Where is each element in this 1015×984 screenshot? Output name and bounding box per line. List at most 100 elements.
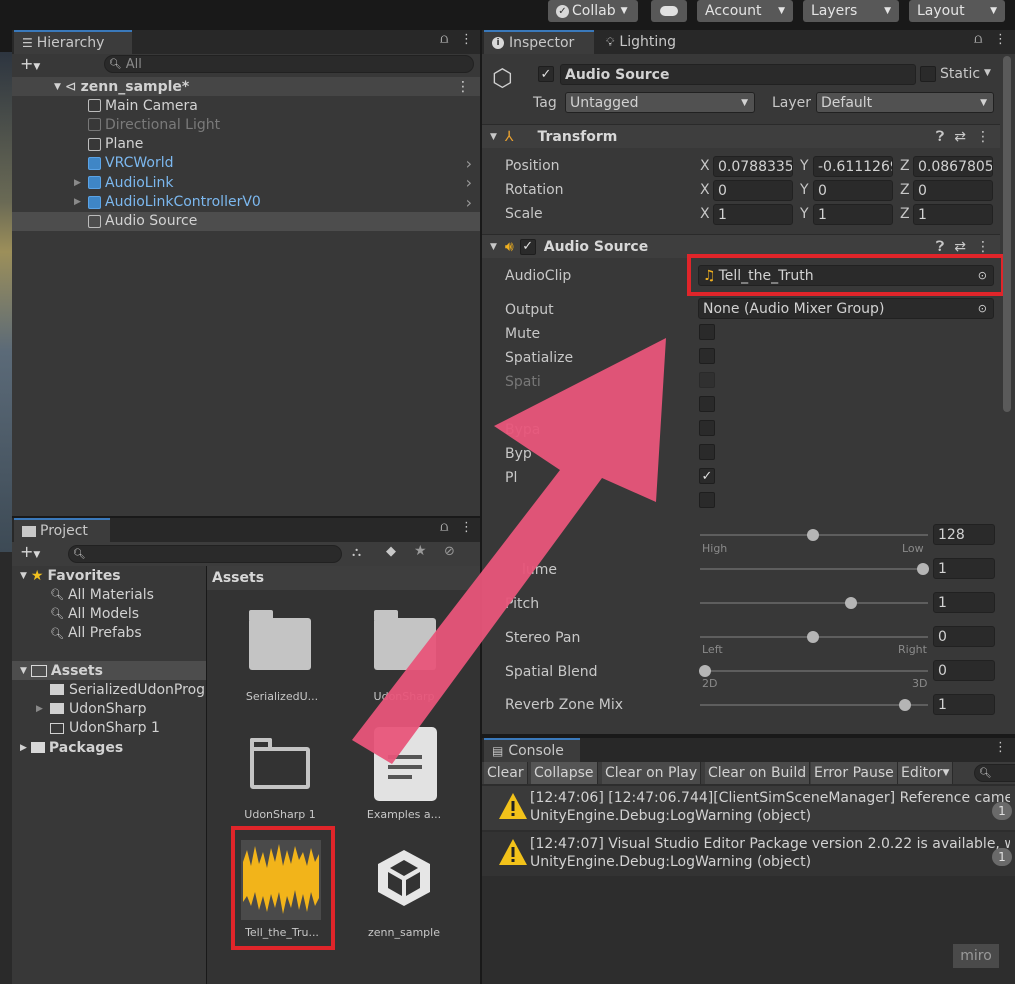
preset-icon[interactable]: ⇄ [954, 239, 966, 255]
audio-source-enabled-checkbox[interactable]: ✓ [519, 238, 536, 255]
cloud-button[interactable] [651, 0, 687, 22]
static-checkbox[interactable] [920, 66, 936, 82]
collab-button[interactable]: ✓ Collab ▼ [548, 0, 638, 22]
layers-button[interactable]: Layers ▼ [803, 0, 899, 22]
tag-dropdown[interactable]: Untagged ▼ [565, 92, 755, 113]
lock-icon[interactable]: ⩍ [440, 520, 448, 535]
position-x-field[interactable]: 0.0788335 [713, 156, 793, 177]
filter-by-type-icon[interactable]: ⛬ [352, 545, 361, 560]
console-button[interactable]: Clear on Play [602, 762, 702, 784]
asset-folder-icon[interactable] [374, 618, 436, 670]
scale-y-field[interactable]: 1 [813, 204, 893, 225]
favorite-star-icon[interactable]: ★ [414, 543, 427, 559]
tab-hierarchy[interactable]: ☰ Hierarchy [14, 30, 132, 54]
pitch-field[interactable]: 1 [933, 592, 995, 613]
spatial-blend-slider-track[interactable] [700, 670, 928, 672]
collapse-arrow-icon[interactable]: ▶ [74, 178, 81, 188]
tab-inspector[interactable]: i Inspector [484, 30, 594, 54]
packages-row[interactable]: ▶ Packages [12, 738, 123, 757]
scale-z-field[interactable]: 1 [913, 204, 993, 225]
collapse-arrow-icon[interactable]: ▶ [74, 197, 81, 207]
project-add-button[interactable]: +▼ [20, 542, 40, 561]
hierarchy-item[interactable]: ▶ AudioLinkControllerV0 › [12, 193, 480, 212]
hierarchy-item[interactable]: Audio Source [12, 211, 480, 231]
kebab-menu-icon[interactable]: ⋮ [460, 520, 473, 535]
console-button[interactable]: Clear [484, 762, 528, 784]
kebab-menu-icon[interactable]: ⋮ [976, 129, 990, 145]
lock-icon[interactable]: ⩍ [974, 32, 982, 47]
hierarchy-item[interactable]: Directional Light [12, 115, 480, 134]
volume-slider-knob[interactable] [917, 563, 929, 575]
collapse-arrow-icon[interactable]: ▶ [36, 704, 50, 714]
asset-folder-item[interactable]: UdonSharp 1 [36, 719, 160, 738]
expand-arrow-icon[interactable]: ▼ [490, 242, 497, 252]
hierarchy-item[interactable]: ▶ AudioLink › [12, 173, 480, 192]
console-button[interactable]: Clear on Build [705, 762, 811, 784]
bypass-reverb-checkbox[interactable] [699, 444, 715, 460]
empty-folder-icon[interactable] [250, 747, 310, 789]
spatialize-checkbox[interactable] [699, 348, 715, 364]
spatial-blend-slider-knob[interactable] [699, 665, 711, 677]
scene-view-edge[interactable] [0, 52, 12, 552]
open-prefab-chevron-icon[interactable]: › [466, 193, 472, 212]
object-name-field[interactable]: Audio Source [560, 64, 916, 85]
asset-folder-item[interactable]: ▶ UdonSharp [36, 699, 147, 718]
active-checkbox[interactable]: ✓ [538, 66, 554, 82]
expand-arrow-icon[interactable]: ▼ [20, 666, 27, 676]
preset-icon[interactable]: ⇄ [954, 129, 966, 145]
hidden-packages-icon[interactable]: ⊘ [444, 544, 455, 559]
reverb-slider-knob[interactable] [899, 699, 911, 711]
tab-console[interactable]: ▤ Console [484, 738, 580, 762]
asset-folder-item[interactable]: SerializedUdonProg [36, 680, 205, 699]
reverb-slider-track[interactable] [700, 704, 928, 706]
layout-button[interactable]: Layout ▼ [909, 0, 1005, 22]
expand-arrow-icon[interactable]: ▼ [20, 571, 27, 581]
rotation-x-field[interactable]: 0 [713, 180, 793, 201]
unity-scene-asset-icon[interactable] [372, 846, 436, 910]
console-button[interactable]: Editor ▼ [898, 762, 954, 784]
stereo-pan-slider-knob[interactable] [807, 631, 819, 643]
filter-by-label-icon[interactable]: ◆ [386, 544, 396, 559]
position-z-field[interactable]: 0.0867805 [913, 156, 993, 177]
output-field[interactable]: None (Audio Mixer Group) ⊙ [698, 298, 994, 319]
kebab-menu-icon[interactable]: ⋮ [460, 32, 473, 47]
project-search-input[interactable]: 🔍︎ [68, 545, 342, 563]
kebab-menu-icon[interactable]: ⋮ [456, 79, 470, 95]
scale-x-field[interactable]: 1 [713, 204, 793, 225]
console-log-entry[interactable]: [12:47:07] Visual Studio Editor Package … [482, 832, 1015, 876]
asset-folder-icon[interactable] [249, 618, 311, 670]
hierarchy-item[interactable]: Main Camera [12, 96, 480, 115]
console-log-entry[interactable]: [12:47:06] [12:47:06.744][ClientSimScene… [482, 786, 1015, 830]
favorite-item[interactable]: 🔍︎ All Prefabs [50, 624, 142, 643]
bypass-effects-checkbox[interactable] [699, 396, 715, 412]
lock-icon[interactable]: ⩍ [440, 32, 448, 47]
reverb-field[interactable]: 1 [933, 694, 995, 715]
pitch-slider-knob[interactable] [845, 597, 857, 609]
hierarchy-add-button[interactable]: +▼ [20, 54, 40, 73]
tab-project[interactable]: Project [14, 518, 110, 542]
static-dropdown-icon[interactable]: ▼ [984, 68, 991, 78]
stereo-pan-field[interactable]: 0 [933, 626, 995, 647]
mute-checkbox[interactable] [699, 324, 715, 340]
hierarchy-item[interactable]: VRCWorld › [12, 154, 480, 173]
rotation-y-field[interactable]: 0 [813, 180, 893, 201]
expand-arrow-icon[interactable]: ▼ [54, 82, 61, 92]
transform-header[interactable]: ▼ ⅄ Transform ❓︎ ⇄ ⋮ [482, 124, 1000, 148]
spatialize-post-effects-checkbox[interactable] [699, 372, 715, 388]
hierarchy-item[interactable]: Plane [12, 135, 480, 154]
kebab-menu-icon[interactable]: ⋮ [976, 239, 990, 255]
favorite-item[interactable]: 🔍︎ All Materials [50, 585, 154, 604]
position-y-field[interactable]: -0.6111269 [813, 156, 893, 177]
spatial-blend-field[interactable]: 0 [933, 660, 995, 681]
scene-row[interactable]: ▼ ⊲ zenn_sample* ⋮ [12, 77, 480, 96]
console-search-input[interactable]: 🔍︎ [974, 764, 1015, 782]
help-icon[interactable]: ❓︎ [936, 129, 944, 145]
assets-root-row[interactable]: ▼ Assets [12, 661, 206, 680]
open-prefab-chevron-icon[interactable]: › [466, 173, 472, 192]
kebab-menu-icon[interactable]: ⋮ [994, 740, 1007, 755]
tab-lighting[interactable]: 💡︎ Lighting [598, 30, 698, 54]
expand-arrow-icon[interactable]: ▼ [490, 132, 497, 142]
favorites-row[interactable]: ▼ ★ Favorites [16, 566, 121, 585]
open-prefab-chevron-icon[interactable]: › [466, 154, 472, 173]
object-picker-icon[interactable]: ⊙ [978, 302, 987, 315]
